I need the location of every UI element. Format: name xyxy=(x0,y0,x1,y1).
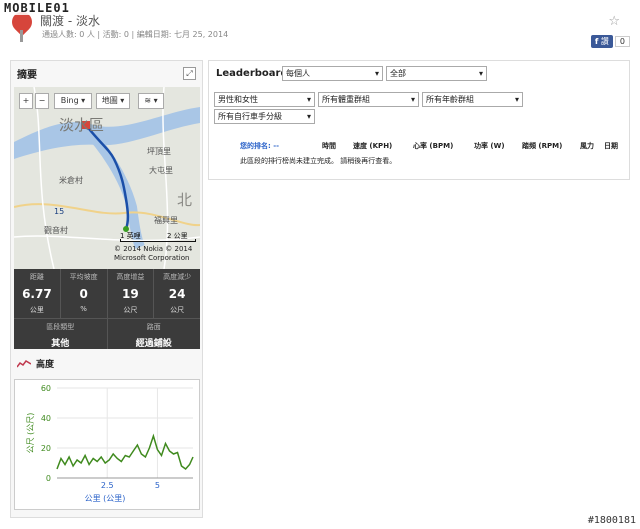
zoom-in-button[interactable]: + xyxy=(19,93,33,109)
filter-people-select[interactable]: 每個人 xyxy=(282,66,383,81)
map-label-l1: 大屯里 xyxy=(149,166,173,175)
map-label-l3: 福興里 xyxy=(154,216,178,225)
stat-elev-gain: 高度增益 19 公尺 xyxy=(108,269,155,318)
expand-icon[interactable]: ⤢ xyxy=(183,66,196,80)
col-power[interactable]: 功率 (W) xyxy=(474,141,505,151)
map-provider-select[interactable]: Bing ▾ xyxy=(54,93,92,109)
map-label-guan: 觀音村 xyxy=(44,226,68,235)
x-tick-label: 5 xyxy=(155,481,160,490)
segment-title: 關渡 - 淡水 xyxy=(40,14,100,28)
elevation-series-line xyxy=(56,433,194,471)
map-label-ping: 坪頂里 xyxy=(147,147,171,156)
facebook-f-icon: f xyxy=(594,37,599,46)
elevation-chart: 0 20 40 60 2.5 5 公里 (公里) 公尺 (公尺) xyxy=(14,379,200,510)
col-time[interactable]: 時間 xyxy=(322,141,336,151)
map-copyright: © 2014 Nokia © 2014 Microsoft Corporatio… xyxy=(114,245,193,262)
post-id: #1800181 xyxy=(587,515,636,526)
segment-meta: 通過人數: 0 人 | 活動: 0 | 編輯日期: 七月 25, 2014 xyxy=(42,30,229,39)
layers-icon: ≋ xyxy=(144,96,152,105)
col-date[interactable]: 日期 xyxy=(604,141,618,151)
stat-elev-loss: 高度減少 24 公尺 xyxy=(163,273,192,314)
col-speed[interactable]: 速度 (KPH) xyxy=(353,141,392,151)
elevation-chart-svg: 0 20 40 60 2.5 5 公里 (公里) 公尺 (公尺) xyxy=(26,384,194,503)
col-heart-rate[interactable]: 心率 (BPM) xyxy=(413,141,453,151)
facebook-like-button[interactable]: f 讚 xyxy=(590,35,613,48)
stats-row-1: 距離 6.77 公里 平均坡度 0 % 高度增益 19 公尺 高度減少 24 公… xyxy=(14,269,200,318)
x-tick-label: 2.5 xyxy=(101,481,114,490)
facebook-like[interactable]: f 讚 0 xyxy=(590,35,630,48)
map-road-shield: 15 xyxy=(54,207,65,216)
elevation-header: 高度 xyxy=(17,357,54,370)
summary-panel: 摘要 ⤢ + − Bing ▾ 地圖 ▾ ≋ ▾ 淡水區 北 坪頂里 米倉村 觀… xyxy=(10,60,203,518)
river-branch xyxy=(80,123,145,249)
x-axis-label: 公里 (公里) xyxy=(85,494,126,503)
y-tick-label: 60 xyxy=(41,384,51,393)
favorite-star-icon[interactable]: ☆ xyxy=(608,14,620,29)
filter-age-select[interactable]: 所有年齡群組 xyxy=(422,92,523,107)
elevation-icon xyxy=(17,359,31,367)
segment-stats: 距離 6.77 公里 平均坡度 0 % 高度增益 19 公尺 高度減少 24 公… xyxy=(14,269,200,349)
y-tick-label: 20 xyxy=(41,444,51,453)
stat-surface: 路面 經過鋪設 xyxy=(135,323,172,349)
col-your-rank: 您的排名: -- xyxy=(240,142,280,150)
route-map[interactable]: + − Bing ▾ 地圖 ▾ ≋ ▾ 淡水區 北 坪頂里 米倉村 觀音村 大屯… xyxy=(14,87,200,269)
stat-avg-grade: 平均坡度 0 % xyxy=(61,269,108,318)
map-label-bei: 北 xyxy=(177,191,193,209)
leaderboard-label: Leaderboard: xyxy=(216,68,292,79)
facebook-like-count: 0 xyxy=(614,36,630,47)
y-tick-label: 40 xyxy=(41,414,51,423)
leaderboard-empty-message: 此區段的排行榜尚未建立完成。 請稍後再行查看。 xyxy=(240,157,397,165)
road-2 xyxy=(33,87,55,269)
col-wind[interactable]: 風力 xyxy=(580,141,594,151)
layers-button[interactable]: ≋ ▾ xyxy=(138,93,164,109)
y-tick-label: 0 xyxy=(46,474,51,483)
y-axis-label: 公尺 (公尺) xyxy=(26,413,35,454)
filter-scope-select[interactable]: 全部 xyxy=(386,66,487,81)
leaderboard-panel: Leaderboard: 每個人 全部 男性和女性 所有體重群組 所有年齡群組 … xyxy=(208,60,630,180)
col-cadence[interactable]: 踏頻 (RPM) xyxy=(522,141,562,151)
map-scale-bar xyxy=(120,239,196,242)
summary-header: 摘要 ⤢ xyxy=(11,61,202,85)
filter-gender-select[interactable]: 男性和女性 xyxy=(214,92,315,107)
map-type-select[interactable]: 地圖 ▾ xyxy=(96,93,130,109)
zoom-out-button[interactable]: − xyxy=(35,93,49,109)
pin-stem xyxy=(20,30,23,42)
map-label-district: 淡水區 xyxy=(59,116,105,134)
summary-title: 摘要 xyxy=(17,69,37,81)
stats-row-2: 區段類型 其他 路面 經過鋪設 xyxy=(14,318,200,349)
stat-segment-type: 區段類型 其他 xyxy=(14,319,108,349)
map-label-mi: 米倉村 xyxy=(59,176,83,185)
filter-weight-select[interactable]: 所有體重群組 xyxy=(318,92,419,107)
stat-distance: 距離 6.77 公里 xyxy=(14,269,61,318)
filter-class-select[interactable]: 所有自行車手分級 xyxy=(214,109,315,124)
